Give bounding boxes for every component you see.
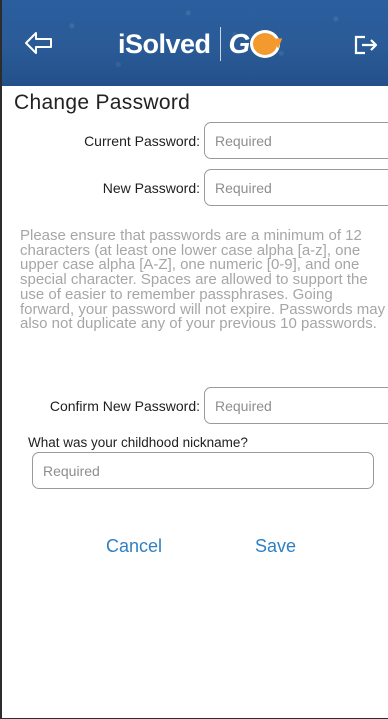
logo-go-mark: G bbox=[229, 28, 281, 60]
security-answer-field[interactable] bbox=[32, 452, 374, 489]
back-arrow-icon bbox=[25, 32, 52, 54]
current-password-field[interactable] bbox=[204, 122, 388, 159]
current-password-label: Current Password: bbox=[84, 133, 200, 149]
confirm-password-field[interactable] bbox=[204, 387, 388, 424]
password-requirements-text: Please ensure that passwords are a minim… bbox=[20, 227, 386, 333]
isolved-go-logo: iSolved G bbox=[118, 24, 298, 64]
back-button[interactable] bbox=[24, 30, 54, 56]
logout-button[interactable] bbox=[352, 33, 380, 57]
new-password-field[interactable] bbox=[204, 169, 388, 206]
confirm-password-label: Confirm New Password: bbox=[49, 398, 200, 414]
logo-divider bbox=[219, 27, 221, 61]
app-frame: iSolved G Change Password Current Passwo… bbox=[0, 0, 388, 719]
save-button[interactable]: Save bbox=[255, 536, 296, 557]
new-password-label: New Password: bbox=[102, 180, 200, 196]
cancel-button[interactable]: Cancel bbox=[106, 536, 162, 557]
page-title: Change Password bbox=[14, 91, 191, 114]
app-header: iSolved G bbox=[2, 0, 388, 86]
logo-brand-text: iSolved bbox=[118, 28, 211, 59]
logout-icon bbox=[354, 35, 378, 55]
security-question-label: What was your childhood nickname? bbox=[28, 435, 248, 450]
